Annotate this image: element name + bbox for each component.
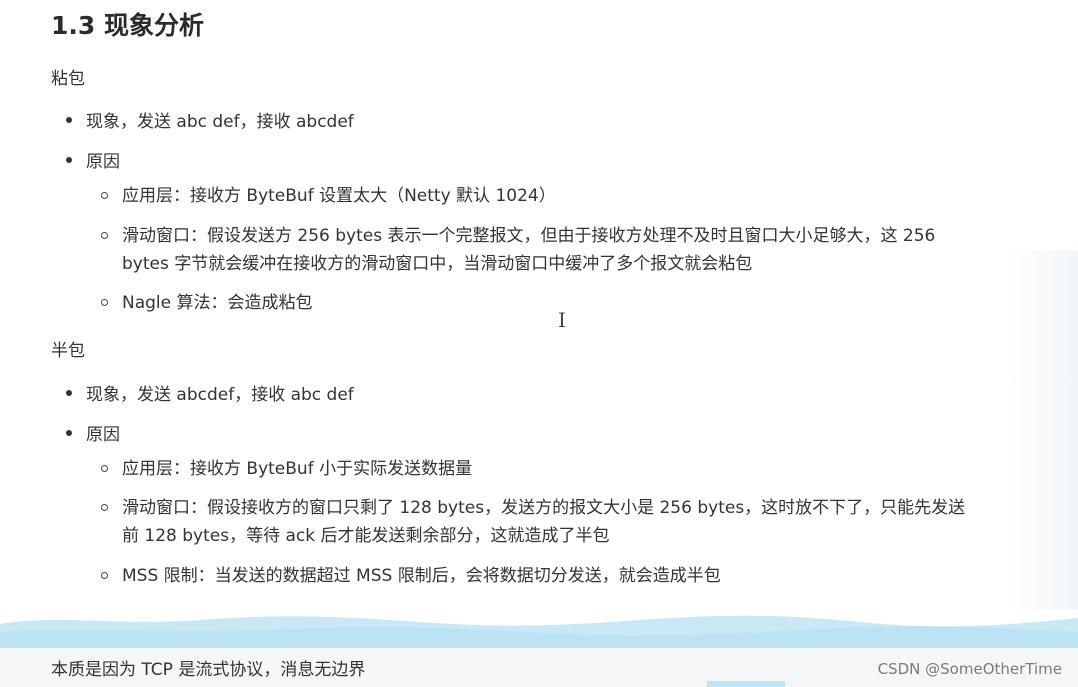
circle-bullet-icon	[101, 192, 108, 199]
sub-list-item: Nagle 算法：会造成粘包	[101, 289, 981, 317]
sub-list-item-text: MSS 限制：当发送的数据超过 MSS 限制后，会将数据切分发送，就会造成半包	[122, 566, 721, 586]
csdn-watermark: CSDN @SomeOtherTime	[877, 660, 1062, 678]
list-item-text: 原因	[86, 425, 120, 445]
list-item: 现象，发送 abcdef，接收 abc def	[66, 380, 354, 405]
sub-list-item: 应用层：接收方 ByteBuf 设置太大（Netty 默认 1024）	[101, 182, 981, 210]
document-page: 1.3 现象分析 粘包 现象，发送 abc def，接收 abcdef 原因 应…	[0, 0, 1078, 687]
sub-list-item: 应用层：接收方 ByteBuf 小于实际发送数据量	[101, 455, 981, 483]
bullet-icon	[66, 390, 72, 396]
bullet-icon	[66, 430, 72, 436]
sub-list-item: MSS 限制：当发送的数据超过 MSS 限制后，会将数据切分发送，就会造成半包	[101, 562, 981, 590]
circle-bullet-icon	[101, 232, 108, 239]
sub-list-item: 滑动窗口：假设发送方 256 bytes 表示一个完整报文，但由于接收方处理不及…	[101, 222, 981, 278]
list-item: 原因	[66, 420, 120, 445]
sub-list-item-text: 应用层：接收方 ByteBuf 小于实际发送数据量	[122, 459, 473, 479]
sub-list-item-text: 滑动窗口：假设发送方 256 bytes 表示一个完整报文，但由于接收方处理不及…	[122, 226, 936, 274]
sub-list-item-text: 应用层：接收方 ByteBuf 设置太大（Netty 默认 1024）	[122, 186, 556, 206]
sub-list-item-text: Nagle 算法：会造成粘包	[122, 293, 313, 313]
decorative-fade	[1008, 250, 1078, 610]
bullet-icon	[66, 117, 72, 123]
list-item: 原因	[66, 147, 120, 172]
section-heading: 1.3 现象分析	[51, 11, 204, 40]
half-packet-label: 半包	[51, 341, 85, 361]
circle-bullet-icon	[101, 504, 108, 511]
bullet-icon	[66, 157, 72, 163]
decorative-chip	[707, 681, 785, 687]
sub-list-item: 滑动窗口：假设接收方的窗口只剩了 128 bytes，发送方的报文大小是 256…	[101, 494, 981, 550]
list-item-text: 原因	[86, 152, 120, 172]
footer-text: 本质是因为 TCP 是流式协议，消息无边界	[51, 660, 366, 680]
sticky-packet-label: 粘包	[51, 69, 85, 89]
list-item: 现象，发送 abc def，接收 abcdef	[66, 107, 354, 132]
list-item-text: 现象，发送 abc def，接收 abcdef	[86, 112, 354, 132]
circle-bullet-icon	[101, 299, 108, 306]
circle-bullet-icon	[101, 465, 108, 472]
circle-bullet-icon	[101, 572, 108, 579]
text-cursor-icon: I	[558, 308, 566, 332]
list-item-text: 现象，发送 abcdef，接收 abc def	[86, 385, 354, 405]
sub-list-item-text: 滑动窗口：假设接收方的窗口只剩了 128 bytes，发送方的报文大小是 256…	[122, 498, 966, 546]
